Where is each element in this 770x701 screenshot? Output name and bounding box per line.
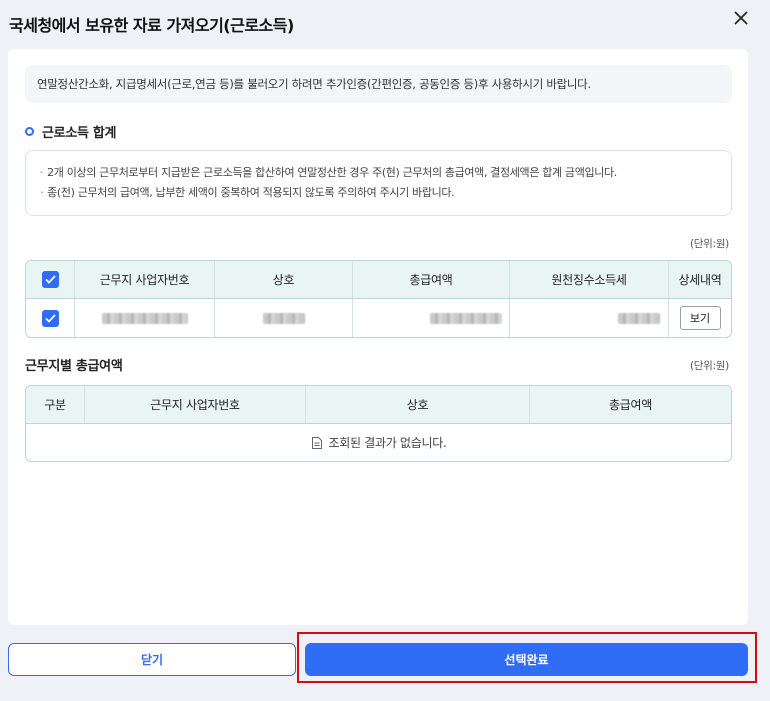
col-total-salary: 총급여액 (609, 398, 652, 412)
select-complete-button[interactable]: 선택완료 (305, 643, 748, 676)
info-box: · 2개 이상의 근무처로부터 지급받은 근로소득을 합산하여 연말정산한 경우 … (25, 150, 732, 216)
col-total-salary: 총급여액 (353, 261, 510, 298)
row-checkbox-cell (26, 299, 75, 337)
by-workplace-table: 구분 근무지 사업자번호 상호 총급여액 조회된 결과가 없습니다. (25, 385, 732, 462)
table-header-row: 구분 근무지 사업자번호 상호 총급여액 (26, 386, 731, 424)
col-business-number: 근무지 사업자번호 (75, 261, 215, 298)
earned-income-table: 근무지 사업자번호 상호 총급여액 원천징수소득세 상세내역 보기 (25, 260, 732, 338)
view-detail-button[interactable]: 보기 (679, 306, 721, 330)
row-checkbox[interactable] (41, 309, 59, 327)
col-category: 구분 (26, 386, 85, 423)
empty-result-row: 조회된 결과가 없습니다. (26, 424, 731, 461)
select-all-checkbox[interactable] (41, 271, 59, 288)
auth-notice: 연말정산간소화, 지급명세서(근로,연금 등)를 불러오기 하려면 추가인증(간… (25, 65, 732, 103)
redacted-value (430, 312, 502, 324)
redacted-value (101, 312, 188, 324)
bullet-dot-icon: · (40, 166, 44, 179)
by-workplace-title: 근무지별 총급여액 (25, 359, 123, 374)
earned-income-section-title: 근로소득 합계 (25, 122, 116, 141)
redacted-value (618, 312, 660, 324)
header-checkbox-cell (26, 261, 75, 298)
col-detail: 상세내역 (678, 273, 722, 287)
col-company-name: 상호 (215, 261, 353, 298)
empty-message: 조회된 결과가 없습니다. (328, 436, 447, 450)
bullet-dot-icon: · (40, 186, 44, 199)
business-number-cell (75, 299, 215, 337)
modal-header: 국세청에서 보유한 자료 가져오기(근로소득) (0, 0, 770, 48)
info-line: · 종(전) 근무처의 급여액, 납부한 세액이 중복하여 적용되지 않도록 주의… (40, 186, 455, 199)
redacted-value (262, 312, 305, 324)
table-header-row: 근무지 사업자번호 상호 총급여액 원천징수소득세 상세내역 (26, 261, 731, 299)
total-salary-cell (353, 299, 510, 337)
modal-title: 국세청에서 보유한 자료 가져오기(근로소득) (9, 16, 294, 35)
table-row: 보기 (26, 299, 731, 337)
unit-label: (단위:원) (690, 360, 729, 372)
close-icon[interactable] (730, 7, 752, 29)
withholding-tax-cell (510, 299, 669, 337)
close-button[interactable]: 닫기 (8, 643, 296, 676)
company-name-cell (215, 299, 353, 337)
bullet-ring-icon (25, 127, 34, 136)
info-line: · 2개 이상의 근무처로부터 지급받은 근로소득을 합산하여 연말정산한 경우 … (40, 166, 617, 179)
col-business-number: 근무지 사업자번호 (85, 386, 306, 423)
col-withholding-tax: 원천징수소득세 (510, 261, 669, 298)
col-company-name: 상호 (306, 386, 530, 423)
detail-cell: 보기 (669, 299, 731, 337)
document-icon (311, 436, 322, 449)
earned-income-title: 근로소득 합계 (42, 126, 117, 141)
modal-body: 연말정산간소화, 지급명세서(근로,연금 등)를 불러오기 하려면 추가인증(간… (8, 49, 748, 625)
unit-label: (단위:원) (690, 238, 729, 250)
